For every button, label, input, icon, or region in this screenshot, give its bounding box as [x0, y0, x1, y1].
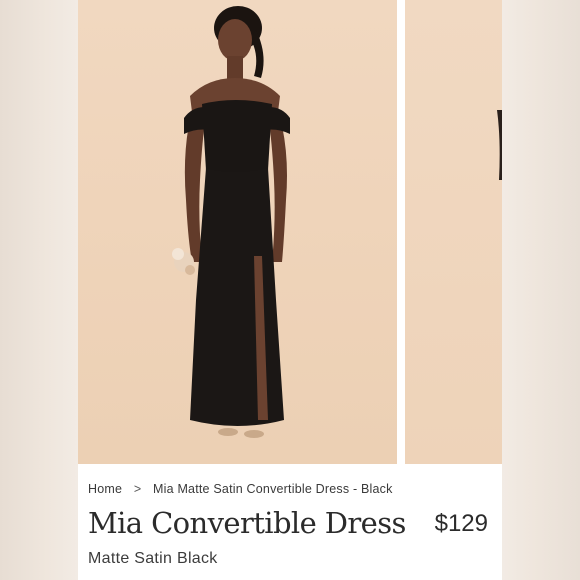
product-details: Home > Mia Matte Satin Convertible Dress… — [78, 464, 502, 580]
product-variant: Matte Satin Black — [88, 550, 218, 567]
secondary-image-edge — [497, 110, 502, 180]
product-title: Mia Convertible Dress — [88, 506, 406, 540]
breadcrumb: Home > Mia Matte Satin Convertible Dress… — [88, 482, 393, 496]
product-image-main[interactable] — [78, 0, 397, 464]
background-blur-left — [0, 0, 78, 580]
product-image-secondary[interactable] — [405, 0, 502, 464]
breadcrumb-separator: > — [133, 482, 142, 496]
breadcrumb-current[interactable]: Mia Matte Satin Convertible Dress - Blac… — [153, 482, 393, 496]
image-gallery — [78, 0, 502, 464]
background-blur-right — [502, 0, 580, 580]
breadcrumb-home-link[interactable]: Home — [88, 482, 122, 496]
product-card: Home > Mia Matte Satin Convertible Dress… — [78, 0, 502, 580]
product-price: $129 — [434, 510, 488, 537]
